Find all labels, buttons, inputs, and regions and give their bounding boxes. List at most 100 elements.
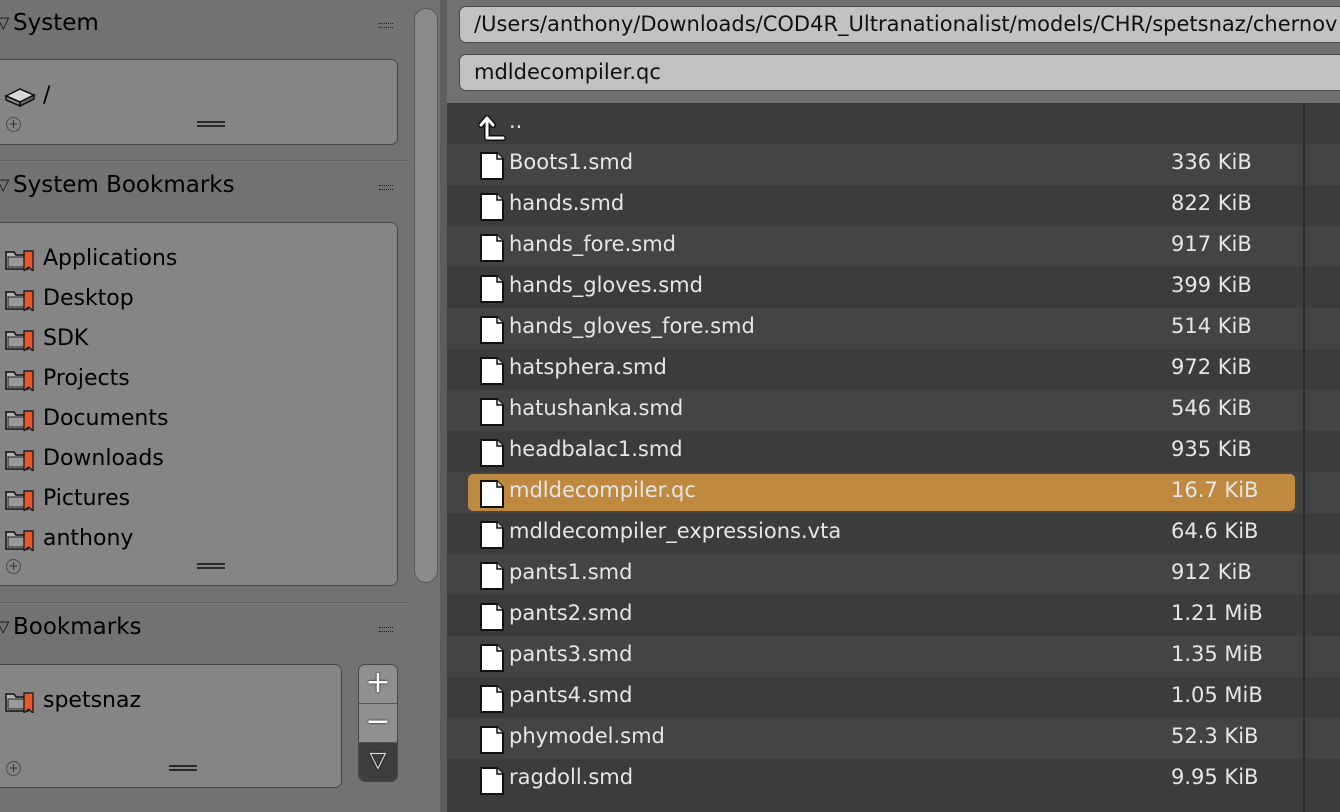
sidebar-item-projects[interactable]: Projects — [1, 362, 381, 396]
sidebar-item-label: Applications — [43, 246, 178, 271]
resize-handle[interactable] — [197, 121, 225, 127]
file-icon — [480, 767, 504, 795]
panel-header-system[interactable]: ▽ System — [0, 3, 410, 43]
sidebar-scrollbar[interactable] — [414, 8, 438, 583]
sidebar-item-anthony[interactable]: anthony — [1, 522, 381, 556]
file-name: hatsphera.smd — [509, 355, 667, 379]
system-bookmarks-list: + Applications Desktop SDK Projects Document… — [0, 222, 398, 586]
sidebar-item-downloads[interactable]: Downloads — [1, 442, 381, 476]
file-icon — [480, 603, 504, 631]
file-icon — [480, 521, 504, 549]
file-icon — [480, 357, 504, 385]
file-name: hands_gloves.smd — [509, 273, 703, 297]
collapse-triangle-icon[interactable]: ▽ — [0, 3, 9, 43]
file-icon — [480, 726, 504, 754]
sidebar-item-label: Desktop — [43, 286, 134, 311]
bookmarks-list: + spetsnaz — [0, 664, 342, 788]
file-name: pants3.smd — [509, 642, 633, 666]
file-icon — [480, 439, 504, 467]
file-row[interactable]: pants3.smd 1.35 MiB — [447, 636, 1340, 677]
parent-directory-row[interactable]: .. — [447, 105, 1340, 146]
bookmark-buttons: + − ▽ — [358, 664, 398, 782]
file-row[interactable]: hatsphera.smd 972 KiB — [447, 349, 1340, 390]
file-browser: /Users/anthony/Downloads/COD4R_Ultranati… — [447, 0, 1340, 812]
file-row[interactable]: ragdoll.smd 9.95 KiB — [447, 759, 1340, 800]
add-icon[interactable]: + — [6, 117, 21, 132]
file-name: Boots1.smd — [509, 150, 634, 174]
file-name: hands.smd — [509, 191, 625, 215]
bookmark-folder-icon — [5, 290, 34, 311]
sidebar-item-label: SDK — [43, 326, 89, 351]
bookmark-folder-icon — [5, 490, 34, 511]
file-size: 1.05 MiB — [1171, 683, 1263, 707]
sidebar-item-applications[interactable]: Applications — [1, 242, 381, 276]
file-row[interactable]: pants1.smd 912 KiB — [447, 554, 1340, 595]
file-icon — [480, 152, 504, 180]
sidebar-item-pictures[interactable]: Pictures — [1, 482, 381, 516]
drive-icon — [4, 88, 36, 108]
resize-handle[interactable] — [169, 765, 197, 771]
sidebar-item-spetsnaz[interactable]: spetsnaz — [1, 684, 381, 718]
add-icon[interactable]: + — [6, 559, 21, 574]
sidebar-item-label: spetsnaz — [43, 688, 142, 713]
file-size: 64.6 KiB — [1171, 519, 1259, 543]
file-row[interactable]: mdldecompiler_expressions.vta 64.6 KiB — [447, 513, 1340, 554]
parent-directory-label: .. — [509, 109, 523, 133]
panel-header-bookmarks[interactable]: ▽ Bookmarks — [0, 607, 410, 647]
sidebar-item-label: Pictures — [43, 486, 131, 511]
sidebar-item-label: Projects — [43, 366, 130, 391]
file-name: phymodel.smd — [509, 724, 665, 748]
file-list[interactable]: .. Boots1.smd 336 KiB hands.smd 822 KiB hand… — [447, 103, 1340, 812]
sidebar-item-desktop[interactable]: Desktop — [1, 282, 381, 316]
file-row[interactable]: hands_gloves_fore.smd 514 KiB — [447, 308, 1340, 349]
file-icon — [480, 480, 504, 508]
file-name: hands_fore.smd — [509, 232, 676, 256]
file-size: 336 KiB — [1171, 150, 1252, 174]
drag-grip-icon[interactable] — [379, 627, 393, 632]
resize-handle[interactable] — [197, 563, 225, 569]
file-row[interactable]: hands_gloves.smd 399 KiB — [447, 267, 1340, 308]
file-row[interactable]: hatushanka.smd 546 KiB — [447, 390, 1340, 431]
file-row[interactable]: headbalac1.smd 935 KiB — [447, 431, 1340, 472]
file-row[interactable]: phymodel.smd 52.3 KiB — [447, 718, 1340, 759]
add-bookmark-button[interactable]: + — [359, 665, 397, 704]
file-size: 1.21 MiB — [1171, 601, 1263, 625]
file-row[interactable]: pants2.smd 1.21 MiB — [447, 595, 1340, 636]
file-icon — [480, 316, 504, 344]
collapse-triangle-icon[interactable]: ▽ — [0, 165, 9, 205]
panel-header-system-bookmarks[interactable]: ▽ System Bookmarks — [0, 165, 410, 205]
file-icon — [480, 193, 504, 221]
file-name: pants2.smd — [509, 601, 633, 625]
bookmark-folder-icon — [5, 330, 34, 351]
add-icon[interactable]: + — [6, 761, 21, 776]
file-size: 9.95 KiB — [1171, 765, 1259, 789]
file-size: 935 KiB — [1171, 437, 1252, 461]
file-row[interactable]: pants4.smd 1.05 MiB — [447, 677, 1340, 718]
file-row[interactable]: hands.smd 822 KiB — [447, 185, 1340, 226]
sidebar: ▽ System / + ▽ System Bookmarks + Applic… — [0, 0, 440, 812]
drag-grip-icon[interactable] — [379, 185, 393, 190]
file-row[interactable]: hands_fore.smd 917 KiB — [447, 226, 1340, 267]
file-icon — [480, 398, 504, 426]
file-size: 1.35 MiB — [1171, 642, 1263, 666]
parent-directory-icon — [478, 115, 506, 141]
remove-bookmark-button[interactable]: − — [359, 704, 397, 743]
file-name: ragdoll.smd — [509, 765, 634, 789]
sidebar-item-root[interactable]: / — [1, 79, 381, 113]
collapse-triangle-icon[interactable]: ▽ — [0, 607, 9, 647]
filename-field[interactable]: mdldecompiler.qc — [459, 54, 1340, 91]
area-splitter[interactable] — [440, 0, 447, 812]
drag-grip-icon[interactable] — [379, 23, 393, 28]
directory-path-field[interactable]: /Users/anthony/Downloads/COD4R_Ultranati… — [459, 6, 1340, 43]
file-row[interactable]: Boots1.smd 336 KiB — [447, 144, 1340, 185]
file-size: 912 KiB — [1171, 560, 1252, 584]
file-icon — [480, 562, 504, 590]
bookmark-menu-button[interactable]: ▽ — [359, 743, 397, 781]
sidebar-item-sdk[interactable]: SDK — [1, 322, 381, 356]
bookmark-folder-icon — [5, 450, 34, 471]
bookmark-folder-icon — [5, 530, 34, 551]
sidebar-item-documents[interactable]: Documents — [1, 402, 381, 436]
column-separator[interactable] — [1303, 103, 1305, 812]
file-icon — [480, 685, 504, 713]
file-row[interactable]: mdldecompiler.qc 16.7 KiB — [447, 472, 1340, 513]
